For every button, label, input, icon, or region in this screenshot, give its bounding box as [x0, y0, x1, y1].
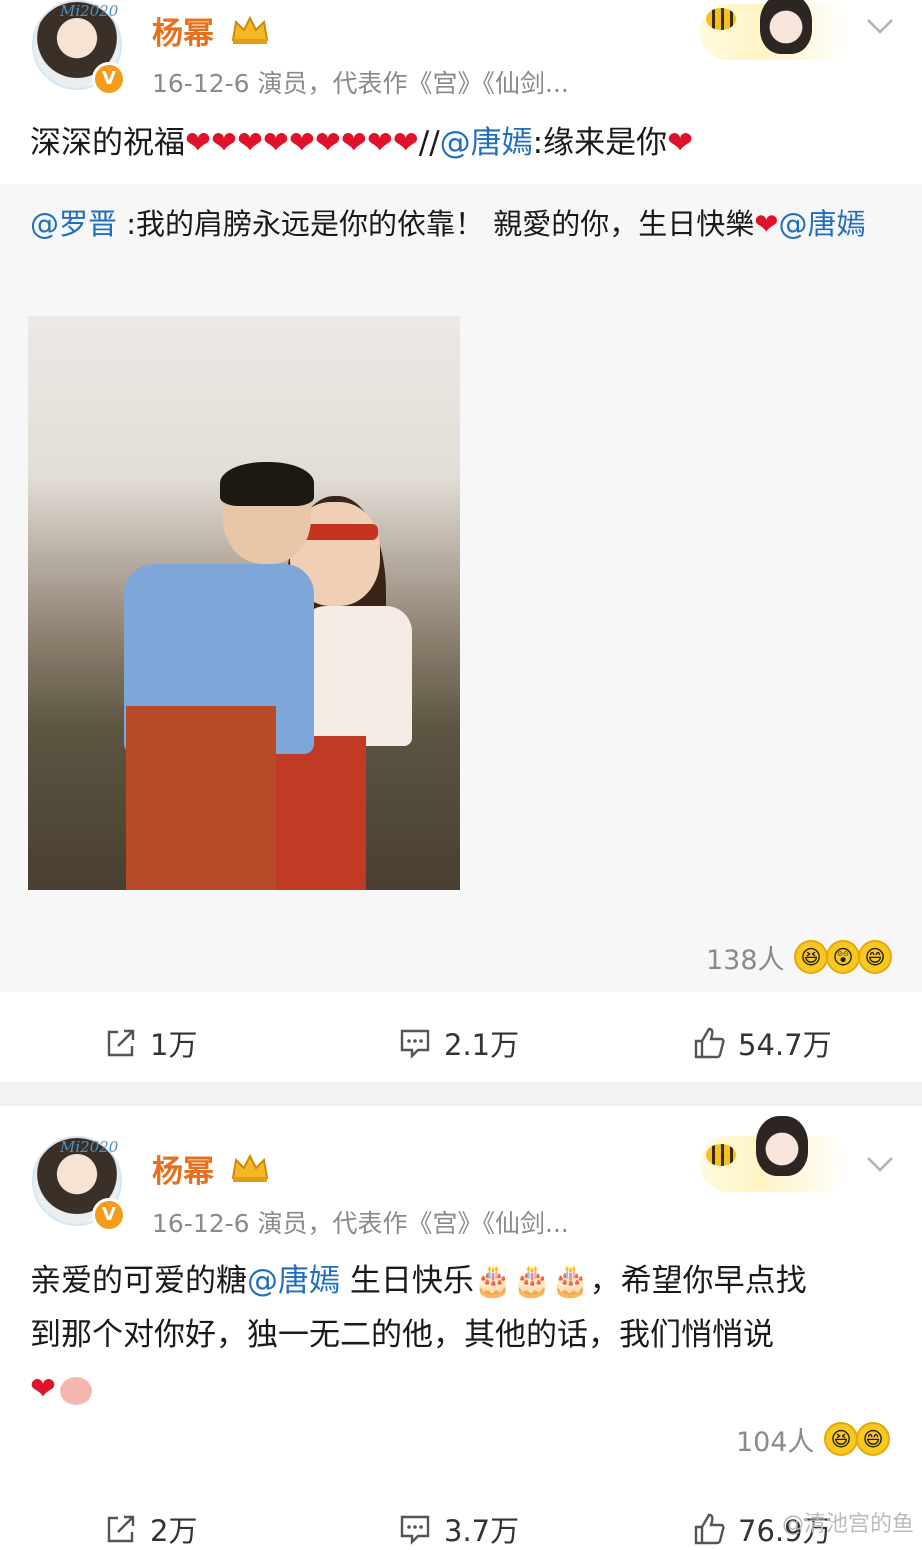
post-text-a: 亲爱的可爱的糖	[30, 1263, 247, 1299]
reaction-count[interactable]: 104人	[736, 1420, 815, 1459]
post-text-suffix: :缘来是你	[532, 125, 668, 161]
comment-button[interactable]: 2.1万	[398, 1022, 519, 1064]
repost-separator: //	[418, 125, 440, 161]
post-text-line-2: 到那个对你好，独一无二的他，其他的话，我们悄悄说	[30, 1317, 774, 1353]
crown-icon	[231, 1153, 269, 1182]
bee-icon	[706, 8, 736, 30]
post-text-prefix: 深深的祝福	[30, 125, 185, 161]
heart-icons: ❤❤❤❤❤❤❤❤❤	[185, 125, 419, 161]
comment-icon	[400, 1029, 430, 1059]
reaction-count[interactable]: 138人	[706, 938, 785, 977]
post-text-line-3: ❤	[30, 1362, 910, 1416]
heart-icon: ❤	[30, 1371, 56, 1407]
repost-body: :我的肩膀永远是你的依靠！ 親愛的你，生日快樂	[117, 207, 755, 241]
mention-link[interactable]: @唐嫣	[440, 125, 533, 161]
post-meta: 16-12-6 演员，代表作《宫》《仙剑...	[152, 1209, 569, 1238]
repost-photo[interactable]	[28, 316, 460, 890]
post-text: 亲爱的可爱的糖@唐嫣 生日快乐🎂🎂🎂，希望你早点找 到那个对你好，独一无二的他，…	[30, 1254, 910, 1416]
share-icon	[107, 1515, 135, 1543]
comment-icon	[400, 1515, 430, 1545]
share-icon	[107, 1029, 135, 1057]
bee-icon	[706, 1144, 736, 1166]
laugh-emoji-icon: 😆	[824, 1422, 858, 1456]
post-text: 深深的祝福❤❤❤❤❤❤❤❤❤//@唐嫣:缘来是你❤	[30, 116, 693, 170]
share-count: 1万	[150, 1028, 198, 1062]
like-count: 54.7万	[738, 1028, 832, 1062]
like-icon	[694, 1027, 725, 1059]
avatar-tag: Mi2020	[60, 2, 119, 20]
post-meta: 16-12-6 演员，代表作《宫》《仙剑...	[152, 69, 569, 98]
like-button[interactable]: 54.7万	[692, 1022, 832, 1064]
cake-icons: 🎂🎂🎂	[473, 1263, 590, 1299]
comment-count: 2.1万	[444, 1028, 520, 1062]
grin-emoji-icon: 😄	[858, 940, 892, 974]
repost-mention-link[interactable]: @唐嫣	[779, 207, 866, 241]
post-divider	[0, 1082, 922, 1106]
heart-icon: ❤	[754, 207, 779, 241]
post-text-line-1: 亲爱的可爱的糖@唐嫣 生日快乐🎂🎂🎂，希望你早点找	[30, 1254, 910, 1308]
mention-link[interactable]: @唐嫣	[247, 1263, 340, 1299]
photo-boy-pants	[126, 706, 276, 890]
laugh-emoji-icon: 😆	[794, 940, 828, 974]
repost-author-mention[interactable]: @罗晋	[30, 207, 117, 241]
post-text-c: ，希望你早点找	[589, 1263, 807, 1299]
surprised-emoji-icon: 😲	[826, 940, 860, 974]
photo-boy-hair	[220, 462, 314, 506]
chevron-down-icon[interactable]	[864, 1148, 896, 1180]
avatar-tag: Mi2020	[60, 1138, 119, 1156]
post-text-b: 生日快乐	[340, 1263, 474, 1299]
weibo-post-2: Mi2020 V 杨幂 16-12-6 演员，代表作《宫》《仙剑... 亲爱的可…	[0, 1106, 922, 1548]
weibo-post-1: Mi2020 V 杨幂 16-12-6 演员，代表作《宫》《仙剑... 深深的祝…	[0, 0, 922, 1082]
crown-icon	[231, 15, 269, 44]
chevron-down-icon[interactable]	[864, 10, 896, 42]
heart-icon: ❤	[667, 125, 694, 161]
decoration-portrait	[760, 0, 812, 54]
share-button[interactable]: 1万	[104, 1022, 197, 1064]
like-icon	[694, 1513, 725, 1545]
author-name[interactable]: 杨幂	[152, 1146, 214, 1191]
photo-girl-shirt	[300, 606, 412, 746]
verified-badge-icon: V	[92, 1198, 126, 1232]
pig-sticker-icon	[59, 1376, 92, 1405]
grin-emoji-icon: 😄	[856, 1422, 890, 1456]
author-name[interactable]: 杨幂	[152, 8, 214, 53]
verified-badge-icon: V	[92, 62, 126, 96]
watermark: @清池宫的鱼	[781, 1512, 914, 1537]
repost-text: @罗晋 :我的肩膀永远是你的依靠！ 親愛的你，生日快樂❤@唐嫣	[30, 200, 896, 248]
decoration-portrait	[756, 1116, 808, 1176]
